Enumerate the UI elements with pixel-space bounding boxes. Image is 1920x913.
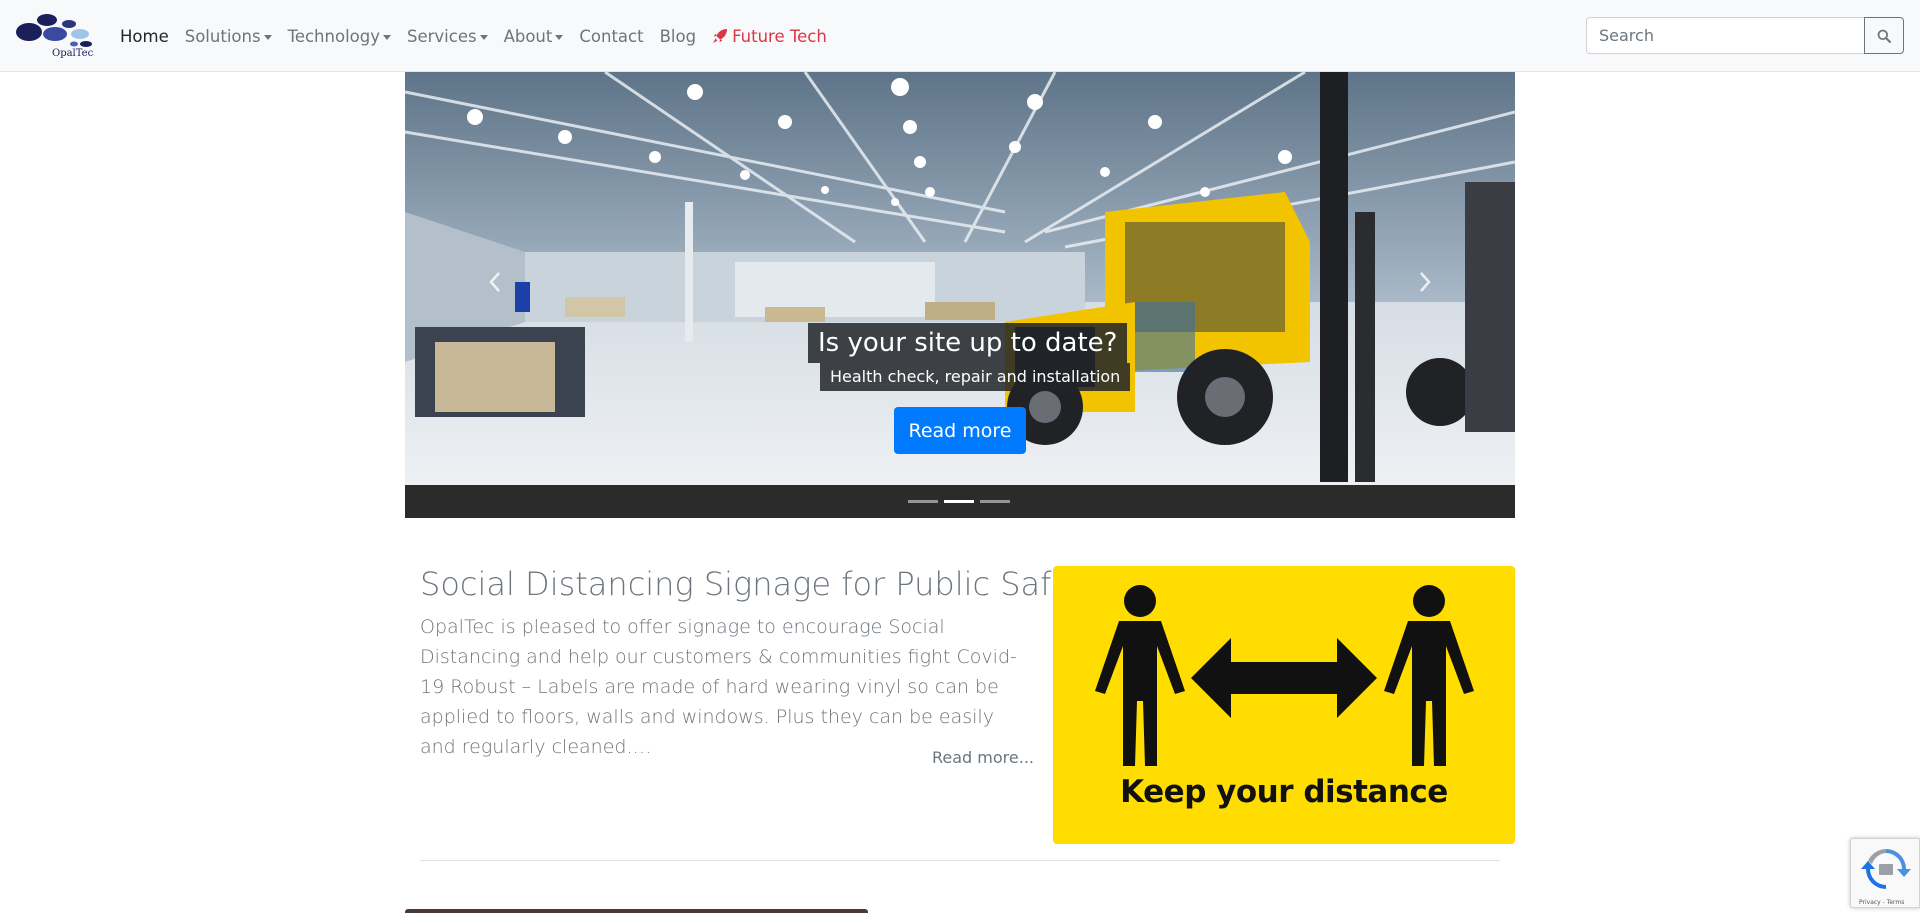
main-nav: Home Solutions Technology Services About… — [120, 0, 843, 72]
carousel-next-button[interactable] — [1405, 262, 1445, 302]
social-distancing-sign-image[interactable]: Keep your distance — [1053, 566, 1515, 844]
nav-item-about[interactable]: About — [504, 27, 564, 46]
navbar: OpalTec Home Solutions Technology Servic… — [0, 0, 1920, 72]
caret-down-icon — [263, 34, 272, 40]
nav-item-solutions[interactable]: Solutions — [185, 27, 272, 46]
brand-name: OpalTec — [52, 48, 94, 59]
nav-label: About — [503, 26, 553, 46]
chevron-right-icon — [1420, 272, 1431, 292]
carousel-indicator-2[interactable] — [944, 500, 974, 503]
rocket-icon — [713, 29, 728, 43]
section-divider — [420, 860, 1500, 861]
nav-label: Future Tech — [732, 26, 827, 46]
nav-label: Blog — [659, 26, 697, 46]
recaptcha-links[interactable]: Privacy - Terms — [1859, 899, 1904, 906]
search-button[interactable] — [1864, 17, 1904, 54]
nav-item-contact[interactable]: Contact — [579, 27, 643, 46]
carousel-prev-button[interactable] — [475, 262, 515, 302]
carousel-indicator-1[interactable] — [908, 500, 938, 503]
article-title[interactable]: Social Distancing Signage for Public Saf… — [420, 565, 1103, 603]
search-icon — [1877, 29, 1891, 43]
search-input[interactable] — [1586, 17, 1866, 54]
nav-item-future-tech[interactable]: Future Tech — [712, 27, 827, 46]
nav-label: Contact — [579, 26, 644, 46]
nav-label: Technology — [287, 26, 380, 46]
article-excerpt: OpalTec is pleased to offer signage to e… — [420, 616, 1017, 758]
carousel-indicators — [908, 500, 1016, 503]
caret-down-icon — [555, 34, 564, 40]
nav-label: Services — [407, 26, 477, 46]
chevron-left-icon — [489, 272, 500, 292]
brand-logo[interactable]: OpalTec — [14, 10, 98, 60]
recaptcha-icon — [1861, 849, 1911, 889]
carousel-caption-title: Is your site up to date? — [808, 323, 1128, 363]
nav-label: Solutions — [184, 26, 261, 46]
caret-down-icon — [383, 34, 391, 40]
sign-caption: Keep your distance — [1120, 774, 1448, 810]
next-article-image[interactable] — [405, 909, 868, 913]
caret-down-icon — [479, 34, 488, 40]
recaptcha-badge[interactable]: Privacy - Terms — [1850, 838, 1920, 908]
nav-label: Home — [120, 26, 169, 46]
carousel-read-more-button[interactable]: Read more — [894, 407, 1026, 454]
carousel-indicator-3[interactable] — [980, 500, 1010, 503]
keep-distance-illustration — [1095, 585, 1474, 766]
nav-item-technology[interactable]: Technology — [288, 27, 391, 46]
nav-item-home[interactable]: Home — [120, 27, 169, 46]
carousel-caption-subtitle: Health check, repair and installation — [820, 363, 1131, 391]
article-read-more-link[interactable]: Read more... — [932, 748, 1034, 767]
nav-item-blog[interactable]: Blog — [660, 27, 696, 46]
hero-carousel: Is your site up to date? Health check, r… — [405, 72, 1515, 518]
nav-item-services[interactable]: Services — [407, 27, 488, 46]
